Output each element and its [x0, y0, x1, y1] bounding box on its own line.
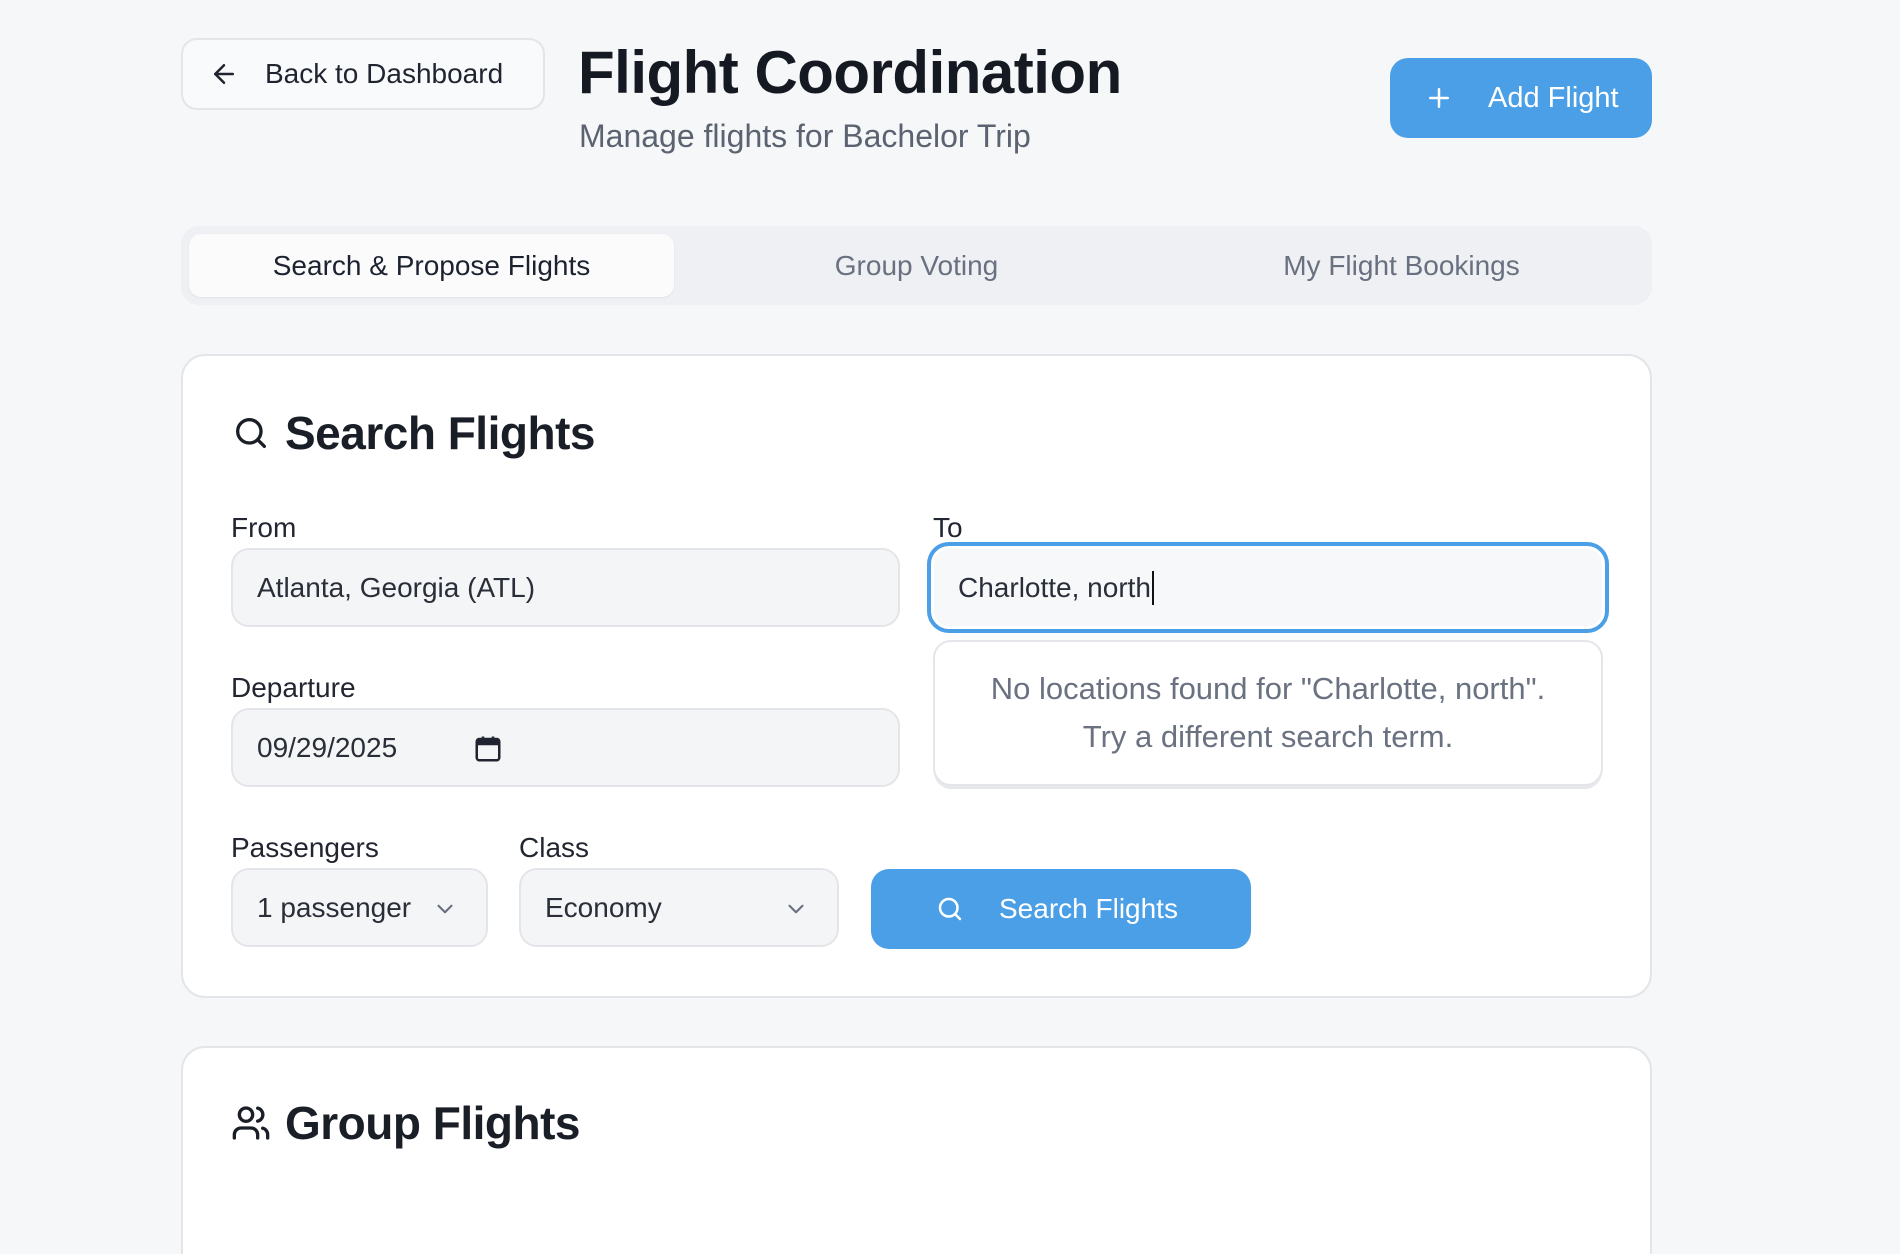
from-value: Atlanta, Georgia (ATL) [257, 571, 536, 603]
arrow-left-icon [214, 64, 234, 84]
location-suggestions-dropdown: No locations found for "Charlotte, north… [933, 640, 1603, 786]
no-results-line-1: No locations found for "Charlotte, north… [990, 671, 1546, 706]
tab-group-voting[interactable]: Group Voting [674, 234, 1159, 297]
departure-label: Departure [231, 672, 356, 703]
tab-search-propose[interactable]: Search & Propose Flights [189, 234, 674, 297]
search-icon [236, 418, 266, 448]
to-label: To [933, 512, 963, 543]
chevron-down-icon [788, 904, 804, 914]
group-flights-heading: Group Flights [231, 1096, 581, 1150]
passengers-value: 1 passenger [257, 891, 412, 923]
no-results-message: No locations found for "Charlotte, north… [991, 665, 1545, 761]
search-icon [938, 897, 962, 921]
passengers-label: Passengers [231, 832, 379, 863]
search-flights-heading: Search Flights [231, 406, 595, 460]
no-results-line-2: Try a different search term. [1082, 719, 1454, 754]
search-flights-title: Search Flights [285, 407, 595, 459]
search-button-label: Search Flights [999, 893, 1178, 924]
tab-my-bookings[interactable]: My Flight Bookings [1159, 234, 1644, 297]
class-label: Class [519, 832, 590, 863]
class-value: Economy [545, 891, 662, 923]
back-to-dashboard-button[interactable]: Back to Dashboard [181, 38, 545, 110]
from-label: From [231, 512, 297, 543]
flight-coordination-page: Back to Dashboard Flight Coordination Ma… [0, 0, 1900, 1254]
page-subtitle: Manage flights for Bachelor Trip [579, 118, 1031, 154]
departure-date-input[interactable]: 09/29/2025 [231, 708, 900, 787]
passengers-select[interactable]: 1 passenger [231, 868, 488, 947]
group-flights-card: Group Flights [181, 1046, 1652, 1254]
add-flight-button[interactable]: Add Flight [1390, 58, 1652, 138]
calendar-icon[interactable] [473, 734, 503, 764]
departure-value: 09/29/2025 [257, 731, 398, 763]
back-button-label: Back to Dashboard [265, 58, 504, 89]
add-flight-label: Add Flight [1488, 81, 1619, 114]
page-title: Flight Coordination [578, 39, 1122, 106]
chevron-down-icon [437, 904, 453, 914]
search-flights-card: Search Flights From Atlanta, Georgia (AT… [181, 354, 1652, 998]
text-caret [1152, 570, 1154, 605]
from-input[interactable]: Atlanta, Georgia (ATL) [231, 548, 900, 627]
to-input[interactable]: Charlotte, north [931, 546, 1605, 629]
users-icon [232, 1106, 270, 1140]
search-flights-button[interactable]: Search Flights [871, 869, 1251, 949]
tab-bar: Search & Propose Flights Group Voting My… [181, 226, 1652, 305]
group-flights-title: Group Flights [285, 1097, 581, 1149]
class-select[interactable]: Economy [519, 868, 839, 947]
plus-icon [1429, 88, 1449, 108]
to-value: Charlotte, north [958, 571, 1151, 603]
